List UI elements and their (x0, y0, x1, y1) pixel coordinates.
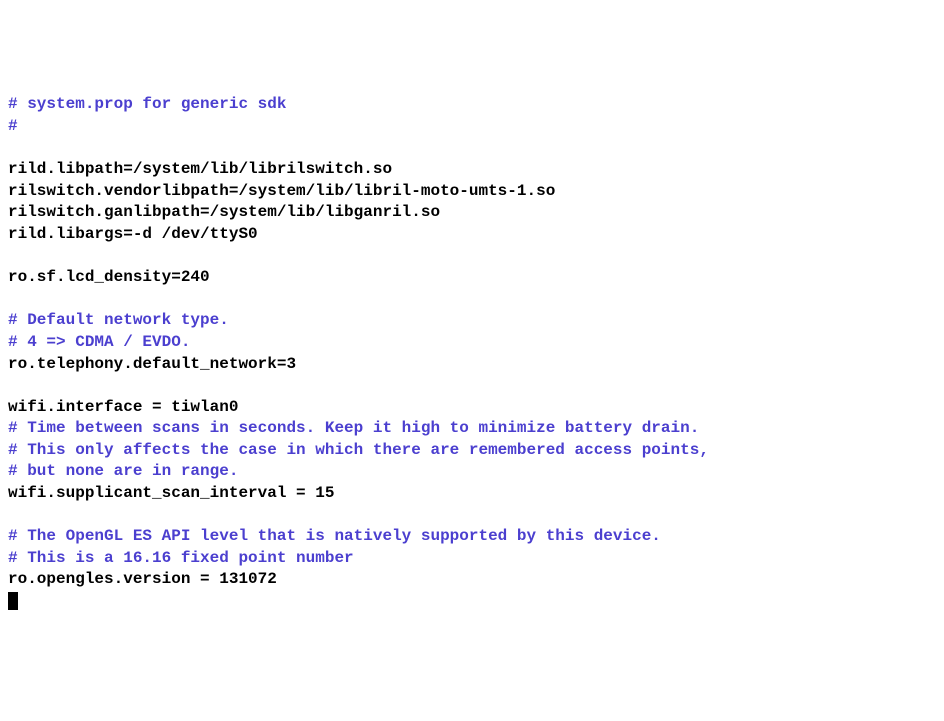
code-line: # system.prop for generic sdk (8, 94, 936, 116)
code-line: # Time between scans in seconds. Keep it… (8, 418, 936, 440)
code-line: # (8, 116, 936, 138)
code-line (8, 289, 936, 311)
code-line: rilswitch.ganlibpath=/system/lib/libganr… (8, 202, 936, 224)
code-block: # system.prop for generic sdk# rild.libp… (8, 94, 936, 612)
code-line: ro.telephony.default_network=3 (8, 354, 936, 376)
code-line: rilswitch.vendorlibpath=/system/lib/libr… (8, 181, 936, 203)
code-line (8, 138, 936, 160)
code-line: # The OpenGL ES API level that is native… (8, 526, 936, 548)
code-line (8, 505, 936, 527)
code-line: # but none are in range. (8, 461, 936, 483)
code-line: # This only affects the case in which th… (8, 440, 936, 462)
code-line: wifi.interface = tiwlan0 (8, 397, 936, 419)
code-line: ro.opengles.version = 131072 (8, 569, 936, 591)
code-line: ro.sf.lcd_density=240 (8, 267, 936, 289)
code-line: rild.libpath=/system/lib/librilswitch.so (8, 159, 936, 181)
code-line: # 4 => CDMA / EVDO. (8, 332, 936, 354)
code-line: rild.libargs=-d /dev/ttyS0 (8, 224, 936, 246)
code-line (8, 375, 936, 397)
code-line: # This is a 16.16 fixed point number (8, 548, 936, 570)
code-line: wifi.supplicant_scan_interval = 15 (8, 483, 936, 505)
code-line (8, 246, 936, 268)
cursor-icon (8, 592, 18, 610)
cursor-line (8, 591, 936, 613)
code-line: # Default network type. (8, 310, 936, 332)
